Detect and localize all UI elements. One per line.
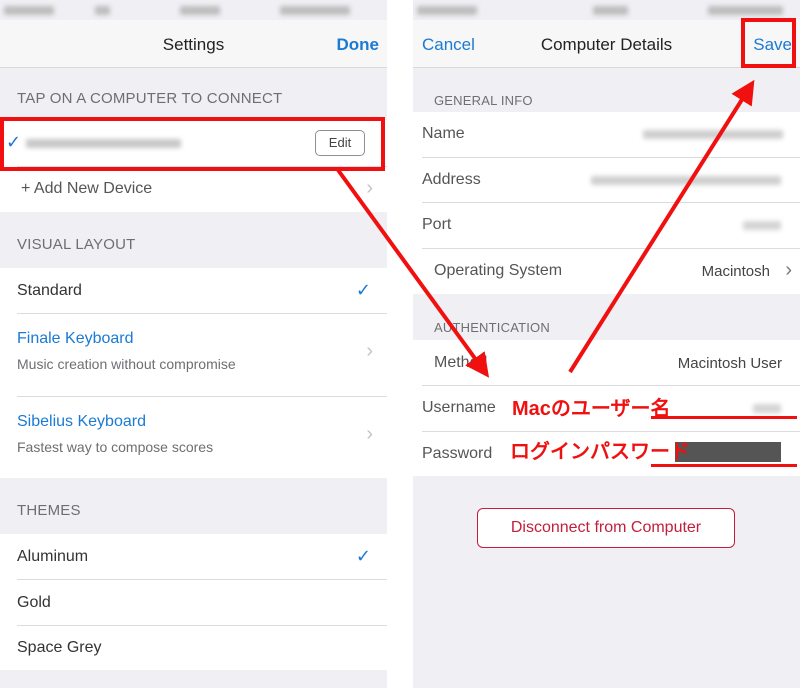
username-value-redacted — [753, 404, 781, 413]
name-label: Name — [422, 125, 465, 142]
checkmark-icon: ✓ — [355, 546, 371, 566]
sibelius-keyboard-subtitle: Fastest way to compose scores — [17, 439, 214, 455]
layout-sibelius-row[interactable]: Sibelius Keyboard Fastest way to compose… — [0, 397, 387, 478]
address-row[interactable]: Address — [413, 158, 800, 202]
port-value-redacted — [743, 221, 781, 230]
theme-row[interactable]: Aluminum ✓ — [0, 534, 387, 579]
add-device-label: + Add New Device — [21, 180, 153, 197]
chevron-right-icon: › — [366, 340, 373, 362]
computer-details-screen: Cancel Computer Details Save GENERAL INF… — [413, 0, 800, 688]
themes-section: Aluminum ✓ Gold Space Grey — [0, 534, 387, 670]
layout-standard-row[interactable]: Standard ✓ — [0, 268, 387, 313]
password-underline — [651, 464, 797, 467]
theme-row[interactable]: Space Grey — [0, 626, 387, 670]
theme-row[interactable]: Gold — [0, 580, 387, 625]
general-info-section: Name Address Port Operating System Macin… — [413, 112, 800, 294]
disconnect-button[interactable]: Disconnect from Computer — [477, 508, 735, 548]
theme-label: Aluminum — [17, 548, 89, 565]
password-value-redacted — [675, 442, 781, 462]
checkmark-icon: ✓ — [355, 280, 371, 300]
operating-system-label: Operating System — [434, 262, 563, 279]
port-row[interactable]: Port — [413, 203, 800, 248]
status-bar — [413, 0, 800, 20]
password-label: Password — [422, 445, 493, 462]
add-device-row[interactable]: + Add New Device › — [0, 167, 387, 212]
computer-row-highlight — [0, 117, 385, 171]
finale-keyboard-title: Finale Keyboard — [17, 330, 134, 347]
username-annotation: Macのユーザー名 — [512, 398, 671, 420]
password-annotation: ログインパスワード — [510, 441, 690, 463]
settings-navbar: Settings Done — [0, 20, 387, 68]
theme-label: Space Grey — [17, 639, 102, 656]
operating-system-row[interactable]: Operating System Macintosh › — [413, 249, 800, 294]
address-label: Address — [422, 171, 481, 188]
done-button[interactable]: Done — [337, 35, 380, 55]
username-underline — [651, 416, 797, 419]
visual-layout-section: Standard ✓ Finale Keyboard Music creatio… — [0, 268, 387, 478]
chevron-right-icon: › — [366, 177, 373, 199]
address-value-redacted — [591, 176, 781, 185]
general-info-header: GENERAL INFO — [434, 93, 533, 108]
settings-screen: Settings Done TAP ON A COMPUTER TO CONNE… — [0, 0, 387, 688]
status-bar — [0, 0, 387, 20]
connect-section-header: TAP ON A COMPUTER TO CONNECT — [17, 90, 283, 107]
theme-label: Gold — [17, 594, 51, 611]
finale-keyboard-subtitle: Music creation without compromise — [17, 356, 236, 372]
method-label: Method — [434, 354, 488, 371]
method-row[interactable]: Method Macintosh User — [413, 340, 800, 385]
name-value-redacted — [643, 130, 783, 139]
page-title: Settings — [162, 35, 225, 54]
visual-layout-header: VISUAL LAYOUT — [17, 236, 136, 253]
username-label: Username — [422, 399, 496, 416]
themes-header: THEMES — [17, 502, 81, 519]
layout-standard-label: Standard — [17, 282, 82, 299]
chevron-right-icon: › — [785, 259, 792, 281]
save-button-highlight — [741, 18, 796, 68]
method-value: Macintosh User — [677, 355, 782, 372]
port-label: Port — [422, 216, 452, 233]
layout-finale-row[interactable]: Finale Keyboard Music creation without c… — [0, 314, 387, 396]
name-row[interactable]: Name — [413, 112, 800, 157]
chevron-right-icon: › — [366, 423, 373, 445]
sibelius-keyboard-title: Sibelius Keyboard — [17, 413, 146, 430]
operating-system-value: Macintosh — [701, 263, 770, 280]
authentication-header: AUTHENTICATION — [434, 320, 550, 335]
